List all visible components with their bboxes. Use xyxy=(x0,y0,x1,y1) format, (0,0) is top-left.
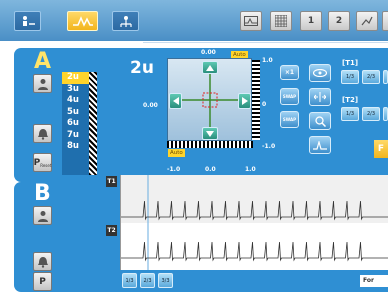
waveform-view-button[interactable] xyxy=(240,11,262,31)
channel-item-5u[interactable]: 5u xyxy=(62,107,89,119)
trace-view[interactable] xyxy=(120,175,388,270)
trace-graphic xyxy=(121,175,388,270)
bell-b-button[interactable] xyxy=(33,252,52,271)
trace-t2-line xyxy=(121,241,388,262)
channel-list: 2u 3u 4u 5u 6u 7u 8u xyxy=(62,72,89,175)
one-label: 1 xyxy=(307,16,315,26)
selected-channel-title: 2u xyxy=(130,58,154,78)
waveform-icon xyxy=(72,16,93,27)
pad-y-tick-bottom: -1.0 xyxy=(262,143,276,150)
trace-t1-label: T1 xyxy=(106,176,117,187)
person-icon xyxy=(37,78,48,90)
eye-icon xyxy=(313,69,327,77)
person-settings-a-button[interactable] xyxy=(33,74,52,93)
arrow-up-icon xyxy=(206,64,214,71)
t2-label: [T2] xyxy=(342,96,359,104)
swap-button-2[interactable]: SWAP xyxy=(280,111,299,128)
t1-button-1[interactable]: 1/3 xyxy=(341,70,359,84)
t2-button-2[interactable]: 2/3 xyxy=(362,107,380,121)
p-label-a: P xyxy=(33,157,41,168)
t1-button-2[interactable]: 2/3 xyxy=(362,70,380,84)
two-label: 2 xyxy=(335,16,343,26)
pad-x-tick-right: 1.0 xyxy=(245,166,256,173)
arrow-left-icon xyxy=(172,97,179,105)
f-button[interactable]: F xyxy=(374,140,388,158)
swap-button-1[interactable]: SWAP xyxy=(280,88,299,105)
trace-t2-label: T2 xyxy=(106,225,117,236)
top-toolbar: 1 2 xyxy=(0,0,388,41)
pad-up-button[interactable] xyxy=(202,61,218,74)
channel-item-3u[interactable]: 3u xyxy=(62,84,89,96)
pad-right-button[interactable] xyxy=(238,93,251,109)
bottom-button-2[interactable]: 2/3 xyxy=(140,273,155,288)
eye-button[interactable] xyxy=(309,64,331,82)
xy-pad[interactable] xyxy=(167,58,252,141)
pad-left-button[interactable] xyxy=(169,93,182,109)
grid-icon xyxy=(275,15,287,27)
two-button[interactable]: 2 xyxy=(328,11,350,31)
bell-icon xyxy=(37,256,48,268)
pad-y-ruler xyxy=(252,60,260,140)
bell-a-button[interactable] xyxy=(33,124,52,143)
p-reset-a-button[interactable]: P Reset xyxy=(33,153,52,172)
grid-view-button[interactable] xyxy=(270,11,292,31)
t1-button-2-label: 2/3 xyxy=(366,74,376,80)
x1-button[interactable]: ×1 xyxy=(280,65,299,80)
pulse-shape-button[interactable] xyxy=(309,136,331,154)
person-icon xyxy=(37,210,48,222)
pad-top-value: 0.00 xyxy=(201,49,216,56)
person-mode-button[interactable] xyxy=(14,11,41,31)
p-label-b: P xyxy=(39,276,46,287)
network-icon xyxy=(119,15,132,27)
t2-button-2-label: 2/3 xyxy=(366,111,376,117)
pad-down-button[interactable] xyxy=(202,127,218,140)
arrow-down-icon xyxy=(206,130,214,137)
channel-item-7u[interactable]: 7u xyxy=(62,130,89,142)
bottom-button-2-label: 2/3 xyxy=(143,277,152,284)
zoom-button[interactable] xyxy=(309,112,331,130)
panel-a-letter: A xyxy=(34,49,52,74)
channel-list-scrollbar[interactable] xyxy=(89,72,97,175)
channel-item-6u[interactable]: 6u xyxy=(62,118,89,130)
panel-b-letter: B xyxy=(34,181,51,206)
network-mode-button[interactable] xyxy=(112,11,139,31)
bottom-button-3[interactable]: 3/3 xyxy=(158,273,173,288)
pad-x-ruler xyxy=(167,141,253,148)
status-label: For xyxy=(360,275,388,287)
bell-icon xyxy=(37,128,48,140)
person-mode-icon xyxy=(22,16,35,26)
auto-tag-bottom: Auto xyxy=(168,149,185,157)
bottom-button-3-label: 3/3 xyxy=(161,277,170,284)
pad-x-tick-left: -1.0 xyxy=(167,166,181,173)
one-button[interactable]: 1 xyxy=(300,11,322,31)
chart-button[interactable] xyxy=(356,11,378,31)
t1-button-1-label: 1/3 xyxy=(345,74,355,80)
person-settings-b-button[interactable] xyxy=(33,206,52,225)
bottom-bar: 1/3 2/3 3/3 For xyxy=(120,270,388,292)
pad-x-tick-mid: 0.0 xyxy=(205,166,216,173)
t1-button-3[interactable] xyxy=(383,70,388,84)
magnifier-icon xyxy=(314,115,326,127)
pad-left-value: 0.00 xyxy=(143,102,158,109)
bottom-button-1-label: 1/3 xyxy=(125,277,134,284)
pad-y-tick-mid: 0 xyxy=(262,101,267,108)
waveform-view-icon xyxy=(244,16,258,26)
pulse-icon xyxy=(313,140,327,150)
more-button[interactable] xyxy=(382,11,388,31)
pad-y-tick-top: 1.0 xyxy=(262,57,273,64)
split-button[interactable] xyxy=(309,88,331,106)
t2-button-3[interactable] xyxy=(383,107,388,121)
chart-icon xyxy=(361,16,373,26)
arrow-right-icon xyxy=(241,97,248,105)
t2-button-1[interactable]: 1/3 xyxy=(341,107,359,121)
t1-label: [T1] xyxy=(342,59,359,67)
t2-button-1-label: 1/3 xyxy=(345,111,355,117)
channel-item-4u[interactable]: 4u xyxy=(62,95,89,107)
split-icon xyxy=(314,92,326,102)
p-reset-b-button[interactable]: P xyxy=(33,272,52,291)
channel-item-2u[interactable]: 2u xyxy=(62,72,89,84)
bottom-button-1[interactable]: 1/3 xyxy=(122,273,137,288)
waveform-mode-button[interactable] xyxy=(67,11,98,31)
channel-item-8u[interactable]: 8u xyxy=(62,141,89,153)
